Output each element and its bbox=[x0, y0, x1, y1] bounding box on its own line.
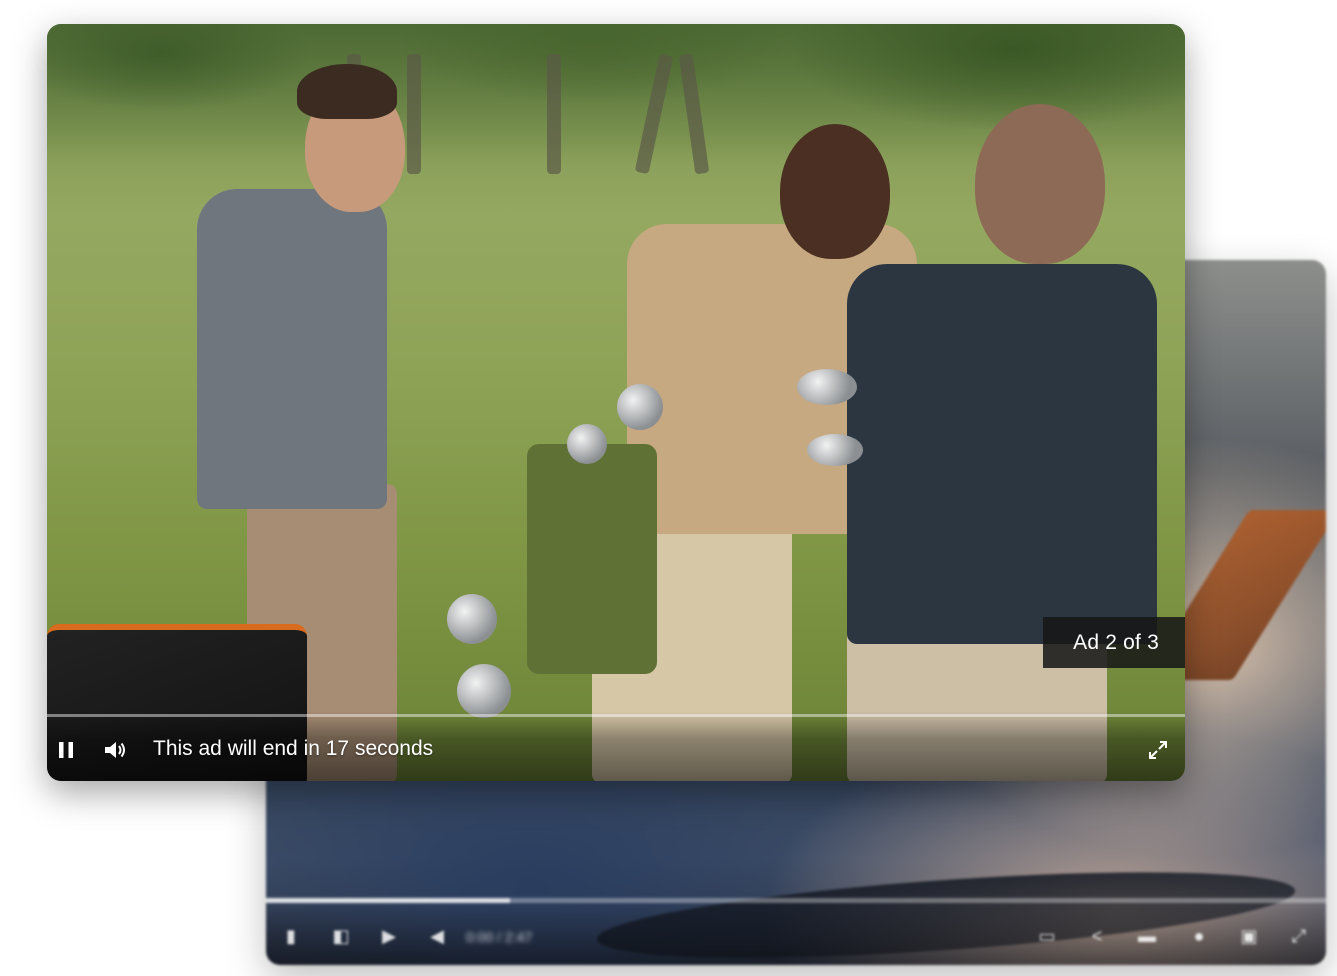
volume-icon[interactable]: ◀ bbox=[426, 925, 448, 947]
golfer-center-head bbox=[780, 124, 890, 259]
fullscreen-icon[interactable]: ⤢ bbox=[1288, 925, 1310, 947]
background-progress-fill bbox=[266, 898, 510, 903]
golf-club-head bbox=[807, 434, 863, 466]
pip-icon[interactable]: ▣ bbox=[1238, 925, 1260, 947]
share-icon[interactable]: < bbox=[1086, 925, 1108, 947]
captions-icon[interactable]: ▬ bbox=[1136, 925, 1158, 947]
ad-video-frame bbox=[47, 24, 1185, 781]
tree-trunk bbox=[547, 54, 561, 174]
golf-club-head bbox=[447, 594, 497, 644]
next-icon[interactable]: ▶ bbox=[378, 925, 400, 947]
fullscreen-icon bbox=[1149, 741, 1167, 759]
golf-club-head bbox=[567, 424, 607, 464]
volume-icon bbox=[105, 742, 125, 758]
tree-trunk bbox=[407, 54, 421, 174]
background-control-bar: ▮ ◧ ▶ ◀ 0:00 / 2:47 ▭ < ▬ ● ▣ ⤢ bbox=[266, 903, 1326, 965]
golfer-right-torso bbox=[847, 264, 1157, 644]
settings-gear-icon[interactable]: ● bbox=[1188, 925, 1210, 947]
previous-icon[interactable]: ◧ bbox=[330, 925, 352, 947]
ad-video-player[interactable]: Ad 2 of 3 This ad will end in 17 seconds bbox=[47, 24, 1185, 781]
volume-button[interactable] bbox=[102, 737, 128, 763]
fullscreen-button[interactable] bbox=[1145, 737, 1171, 763]
time-display: 0:00 / 2:47 bbox=[466, 929, 533, 945]
settings-icon[interactable]: ▭ bbox=[1036, 925, 1058, 947]
ad-count-badge: Ad 2 of 3 bbox=[1043, 617, 1185, 668]
golfer-left-hair bbox=[297, 64, 397, 119]
golf-club-head bbox=[617, 384, 663, 430]
golfer-right-head bbox=[975, 104, 1105, 264]
golf-club-head bbox=[457, 664, 511, 718]
ad-countdown-message: This ad will end in 17 seconds bbox=[153, 737, 434, 760]
golfer-left-torso bbox=[197, 189, 387, 509]
pause-icon bbox=[59, 742, 73, 758]
ad-progress-bar bbox=[47, 714, 1185, 717]
golfer-center-bag bbox=[527, 444, 657, 674]
golf-club-head bbox=[797, 369, 857, 405]
pause-button[interactable] bbox=[53, 737, 79, 763]
play-icon[interactable]: ▮ bbox=[280, 925, 302, 947]
background-progress-bar[interactable] bbox=[266, 898, 1326, 903]
ad-control-bar: This ad will end in 17 seconds bbox=[47, 711, 1185, 781]
